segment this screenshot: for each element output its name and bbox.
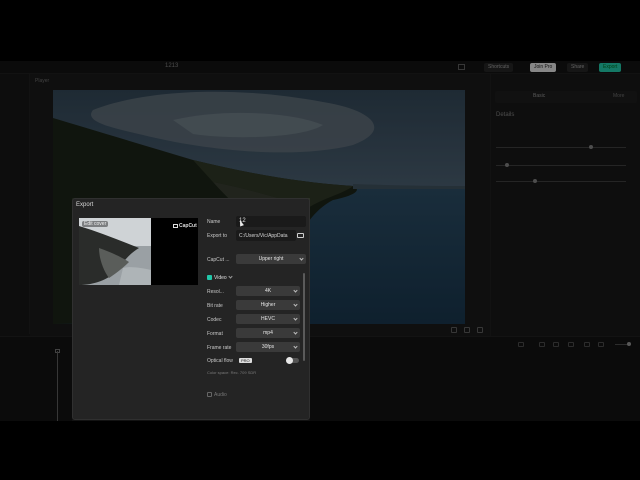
- bitrate-select[interactable]: Higher: [236, 300, 300, 310]
- share-button[interactable]: Share: [567, 63, 589, 72]
- watermark-position-value: Upper right: [258, 256, 284, 262]
- zoom-knob[interactable]: [627, 342, 631, 346]
- properties-panel: Basic More Details: [490, 74, 640, 336]
- cover-thumbnail: Edit cover: [79, 218, 151, 285]
- quality-icon[interactable]: [464, 327, 470, 333]
- media-panel: [0, 74, 30, 334]
- browse-folder-button[interactable]: [297, 232, 305, 239]
- dialog-title: Export: [76, 202, 94, 208]
- pro-badge: PRO: [239, 358, 252, 363]
- split-icon[interactable]: [568, 342, 574, 347]
- mic-icon[interactable]: [518, 342, 524, 347]
- name-label: Name: [207, 219, 221, 225]
- resolution-value: 4K: [264, 288, 272, 294]
- format-value: mp4: [263, 330, 273, 336]
- letterbox-bottom: [0, 421, 640, 480]
- export-path-input[interactable]: C:/Users/Vic/AppData: [236, 230, 296, 241]
- optical-flow-label: Optical flow: [207, 358, 233, 364]
- thumbnail-image: [79, 218, 151, 285]
- export-button[interactable]: Export: [599, 63, 622, 72]
- slider-knob[interactable]: [589, 145, 593, 149]
- export-path-value: C:/Users/Vic/AppData: [239, 233, 288, 239]
- format-select[interactable]: mp4: [236, 328, 300, 338]
- optical-flow-toggle[interactable]: [286, 357, 299, 364]
- bitrate-value: Higher: [260, 302, 276, 308]
- export-dialog: Export Edit cover CapCut Name 12 Export …: [72, 198, 310, 420]
- resolution-select[interactable]: 4K: [236, 286, 300, 296]
- project-title: 1213: [165, 63, 179, 69]
- edit-cover-button[interactable]: Edit cover: [82, 221, 109, 227]
- property-slider-1[interactable]: [496, 147, 626, 148]
- letterbox-top: [0, 0, 640, 61]
- preview-axis-icon[interactable]: [584, 342, 590, 347]
- color-space-hint: Color space: Rec. 709 SDR: [207, 370, 257, 375]
- join-pro-button[interactable]: Join Pro: [530, 63, 557, 72]
- slider-knob[interactable]: [533, 179, 537, 183]
- link-icon[interactable]: [539, 342, 545, 347]
- playhead[interactable]: [57, 351, 58, 421]
- frame-rate-value: 30fps: [261, 344, 275, 350]
- ratio-icon[interactable]: [451, 327, 457, 333]
- property-slider-3[interactable]: [496, 181, 626, 182]
- folder-icon: [297, 233, 304, 238]
- slider-knob[interactable]: [505, 163, 509, 167]
- properties-tabs: Basic More: [495, 91, 637, 103]
- name-input[interactable]: 12: [236, 216, 306, 227]
- watermark-label: CapCut ...: [207, 257, 230, 263]
- capcut-logo-icon: [173, 224, 178, 228]
- audio-checkbox[interactable]: [207, 392, 212, 397]
- frame-rate-select[interactable]: 30fps: [236, 342, 300, 352]
- resolution-label: Resol...: [207, 289, 224, 295]
- details-heading: Details: [496, 112, 515, 118]
- player-label: Player: [35, 78, 50, 84]
- format-label: Format: [207, 331, 223, 337]
- audio-section-toggle[interactable]: Audio: [207, 392, 227, 398]
- tab-basic[interactable]: Basic: [533, 93, 545, 99]
- codec-value: HEVC: [261, 316, 275, 322]
- top-bar: 1213 Shortcuts Join Pro Share Export: [0, 61, 640, 74]
- codec-select[interactable]: HEVC: [236, 314, 300, 324]
- watermark-position-select[interactable]: Upper right: [236, 254, 306, 264]
- video-section-toggle[interactable]: Video: [207, 274, 233, 281]
- export-to-label: Export to: [207, 233, 228, 239]
- codec-label: Codec: [207, 317, 222, 323]
- video-checkbox[interactable]: [207, 275, 212, 280]
- zoom-out-icon[interactable]: [598, 342, 604, 347]
- cover-preview[interactable]: Edit cover CapCut: [79, 218, 198, 285]
- dialog-scrollbar[interactable]: [303, 273, 305, 361]
- capcut-watermark: CapCut: [173, 223, 197, 229]
- fullscreen-icon[interactable]: [477, 327, 483, 333]
- property-slider-2[interactable]: [496, 165, 626, 166]
- layout-icon[interactable]: [458, 64, 465, 70]
- toggle-knob: [286, 357, 293, 364]
- tab-more[interactable]: More: [613, 93, 624, 99]
- chevron-down-icon: [228, 274, 233, 279]
- shortcuts-button[interactable]: Shortcuts: [484, 63, 514, 72]
- bitrate-label: Bit rate: [207, 303, 223, 309]
- snap-icon[interactable]: [553, 342, 559, 347]
- frame-rate-label: Frame rate: [207, 345, 232, 351]
